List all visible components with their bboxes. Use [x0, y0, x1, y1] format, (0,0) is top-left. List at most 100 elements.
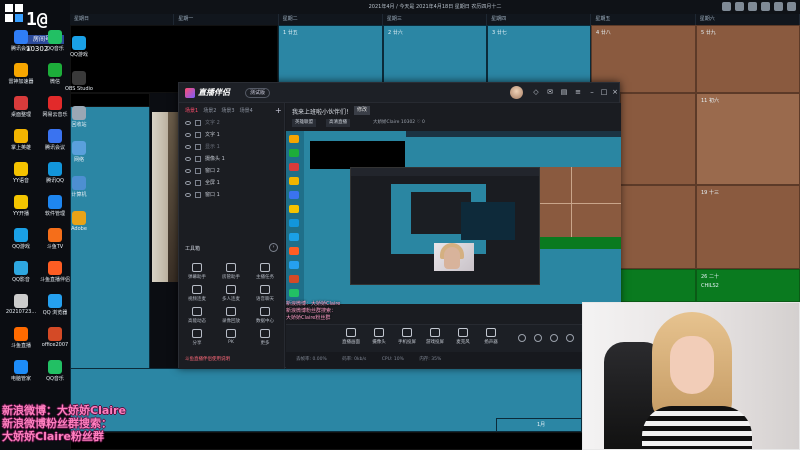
add-source-button[interactable]: 麦克风: [450, 328, 476, 345]
visibility-eye-icon[interactable]: [185, 181, 191, 185]
desktop-icon-label: OBS Studio: [65, 86, 93, 92]
source-layer-item[interactable]: 窗口 1: [185, 189, 279, 201]
desktop-icon[interactable]: QQ影音: [4, 261, 38, 283]
toolbox-more-button[interactable]: ›: [269, 243, 278, 252]
toolbox-item[interactable]: 高能动态: [183, 307, 211, 324]
desktop-icon[interactable]: 20210723...: [4, 294, 38, 315]
tool-icon: [226, 263, 236, 272]
visibility-eye-icon[interactable]: [185, 169, 191, 173]
quality-chip[interactable]: 高清直播: [326, 119, 350, 127]
help-link[interactable]: 斗鱼直播伴侣使用说明: [185, 356, 230, 362]
desktop-icon[interactable]: 网络: [62, 141, 96, 163]
toolbar-control-icon[interactable]: [534, 334, 542, 342]
tab-scene-1[interactable]: 场景1: [185, 107, 198, 114]
close-icon[interactable]: ×: [610, 87, 620, 97]
add-source-button[interactable]: 手机投屏: [394, 328, 420, 345]
tray-cloud-icon[interactable]: [735, 2, 744, 11]
desktop-icon-label: 电脑管家: [10, 376, 31, 382]
source-layer-item[interactable]: 窗口 2: [185, 165, 279, 177]
desktop-icon[interactable]: 回收站: [62, 106, 96, 128]
preview-black-cell: [310, 141, 405, 169]
desktop-icon[interactable]: OBS Studio: [62, 71, 96, 92]
stream-title[interactable]: 我来上班啦小伙伴们！: [292, 107, 352, 116]
source-icon: [402, 328, 412, 337]
tray-chat-icon[interactable]: [722, 2, 731, 11]
toolbox-item[interactable]: 语音聊天: [251, 285, 279, 302]
add-source-button[interactable]: 扬声器: [478, 328, 504, 345]
visibility-eye-icon[interactable]: [185, 157, 191, 161]
desktop-icon[interactable]: 掌上英雄: [4, 129, 38, 151]
calendar-cell: [620, 269, 696, 302]
layer-type-icon: [195, 120, 201, 126]
tray-network-icon[interactable]: [748, 2, 757, 11]
toolbar-control-icon[interactable]: [566, 334, 574, 342]
maximize-icon[interactable]: □: [599, 87, 609, 97]
desktop-icon[interactable]: 电脑管家: [4, 360, 38, 382]
add-source-button[interactable]: 直播画面: [338, 328, 364, 345]
desktop-icon[interactable]: 斗鱼直播: [4, 327, 38, 349]
visibility-eye-icon[interactable]: [185, 133, 191, 137]
desktop-icon[interactable]: 斗鱼直播伴侣: [38, 261, 72, 283]
toolbox-item[interactable]: 弹幕助手: [183, 263, 211, 280]
toolbox-item[interactable]: 更多: [251, 329, 279, 346]
overlay-line: 新浪微博粉丝群搜索：: [286, 308, 337, 314]
desktop-icon[interactable]: QQ音乐: [38, 360, 72, 382]
edit-title-button[interactable]: 修改: [354, 106, 371, 115]
avatar[interactable]: [510, 86, 523, 99]
visibility-eye-icon[interactable]: [185, 193, 191, 197]
toolbox-item[interactable]: 房管助手: [217, 263, 245, 280]
toolbox-item[interactable]: 多人连麦: [217, 285, 245, 302]
toolbar-control-icon[interactable]: [550, 334, 558, 342]
tab-scene-2[interactable]: 场景2: [203, 107, 216, 114]
desktop-icon[interactable]: 腾讯会议: [4, 30, 38, 52]
toolbox-item[interactable]: PK: [217, 329, 245, 345]
add-source-button[interactable]: 游戏投屏: [422, 328, 448, 345]
desktop-icon[interactable]: 计算机: [62, 176, 96, 198]
desktop-icon[interactable]: 雷神加速器: [4, 63, 38, 85]
shirt-icon[interactable]: ▤: [559, 87, 569, 97]
minimize-icon[interactable]: –: [587, 87, 597, 97]
visibility-eye-icon[interactable]: [185, 145, 191, 149]
layer-type-icon: [195, 168, 201, 174]
desktop-icon[interactable]: Adobe: [62, 211, 96, 232]
source-layer-item[interactable]: 全屏 1: [185, 177, 279, 189]
app-icon: [72, 211, 86, 225]
toolbox-item[interactable]: 数据中心: [251, 307, 279, 324]
source-layer-item[interactable]: 文字 2: [185, 117, 279, 129]
desktop-icon[interactable]: YY开播: [4, 195, 38, 217]
preview-app-icon: [289, 233, 299, 241]
gift-icon[interactable]: ◇: [531, 87, 541, 97]
tab-scene-4[interactable]: 场景4: [240, 107, 253, 114]
desktop-icon[interactable]: QQ游戏: [62, 36, 96, 58]
tab-scene-3[interactable]: 场景3: [221, 107, 234, 114]
toolbar-control-icon[interactable]: [518, 334, 526, 342]
visibility-eye-icon[interactable]: [185, 121, 191, 125]
tray-volume-icon[interactable]: [761, 2, 770, 11]
desktop-icon[interactable]: YY语音: [4, 162, 38, 184]
mail-icon[interactable]: ✉: [545, 87, 555, 97]
app-titlebar[interactable]: 直播伴侣 测试版 ◇ ✉ ▤ ≡ – □ ×: [179, 83, 619, 103]
streaming-app-window[interactable]: 直播伴侣 测试版 ◇ ✉ ▤ ≡ – □ × 场景1 场景2 场景3 场景4 +…: [178, 82, 621, 369]
desktop-icon[interactable]: QQ 浏览器: [38, 294, 72, 316]
toolbox-item[interactable]: 分享: [183, 329, 211, 346]
toolbox-item[interactable]: 主播任务: [251, 263, 279, 280]
source-icon: [346, 328, 356, 337]
desktop-icon[interactable]: office2007: [38, 327, 72, 348]
source-layer-item[interactable]: 显示 1: [185, 141, 279, 153]
category-chip[interactable]: 英雄联盟: [292, 119, 316, 127]
source-layer-item[interactable]: 摄像头 1: [185, 153, 279, 165]
tray-settings-icon[interactable]: [774, 2, 783, 11]
tray-power-icon[interactable]: [787, 2, 796, 11]
toolbox-item[interactable]: 录像回放: [217, 307, 245, 324]
toolbox-item[interactable]: 视频连麦: [183, 285, 211, 302]
desktop-icon[interactable]: 桌面整理: [4, 96, 38, 118]
layer-name: 显示 1: [205, 144, 220, 150]
source-icon: [430, 328, 440, 337]
source-layer-item[interactable]: 文字 1: [185, 129, 279, 141]
desktop-icon[interactable]: QQ游戏: [4, 228, 38, 250]
add-source-button[interactable]: 摄像头: [366, 328, 392, 345]
add-scene-button[interactable]: +: [275, 106, 282, 115]
app-icon: [48, 360, 62, 374]
source-icon: [458, 328, 468, 337]
menu-icon[interactable]: ≡: [573, 87, 583, 97]
